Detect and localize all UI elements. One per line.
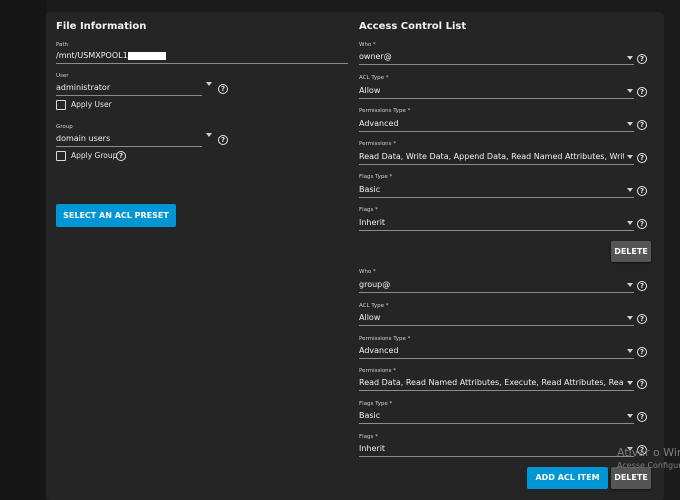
user-help-icon[interactable]: ? xyxy=(218,84,228,94)
who-chevron-down-icon[interactable] xyxy=(627,56,633,60)
permissions-type-select[interactable]: Advanced xyxy=(359,119,619,129)
flags-label: Flags * xyxy=(359,434,378,440)
permissions-type-underline xyxy=(359,358,634,359)
flags-label: Flags * xyxy=(359,207,378,213)
group-help-icon[interactable]: ? xyxy=(218,135,228,145)
delete-acl-item-button[interactable]: DELETE xyxy=(611,241,651,262)
permissions-help-icon[interactable]: ? xyxy=(637,379,647,389)
permissions-type-select[interactable]: Advanced xyxy=(359,346,619,356)
user-underline xyxy=(56,95,202,96)
path-label: Path xyxy=(56,42,69,48)
acl-type-label: ACL Type * xyxy=(359,303,389,309)
group-chevron-down-icon[interactable] xyxy=(206,133,212,137)
select-acl-preset-button[interactable]: SELECT AN ACL PRESET xyxy=(56,204,176,227)
permissions-underline xyxy=(359,164,634,165)
file-information-title: File Information xyxy=(56,21,147,32)
acl-type-help-icon[interactable]: ? xyxy=(637,87,647,97)
flags-type-help-icon[interactable]: ? xyxy=(637,186,647,196)
who-help-icon[interactable]: ? xyxy=(637,281,647,291)
flags-select[interactable]: Inherit xyxy=(359,444,619,454)
permissions-chevron-down-icon[interactable] xyxy=(627,155,633,159)
flags-chevron-down-icon[interactable] xyxy=(627,221,633,225)
windows-activation-watermark-subtitle: Acesse Configur xyxy=(617,461,680,470)
permissions-type-label: Permissions Type * xyxy=(359,336,411,342)
acl-type-chevron-down-icon[interactable] xyxy=(627,89,633,93)
who-underline xyxy=(359,64,634,65)
flags-type-label: Flags Type * xyxy=(359,401,393,407)
flags-type-underline xyxy=(359,197,634,198)
flags-type-select[interactable]: Basic xyxy=(359,411,619,421)
acl-type-label: ACL Type * xyxy=(359,75,389,81)
who-label: Who * xyxy=(359,269,376,275)
acl-type-underline xyxy=(359,98,634,99)
permissions-label: Permissions * xyxy=(359,368,397,374)
path-input[interactable]: /mnt/USMXPOOL1/US xyxy=(56,51,316,61)
flags-type-help-icon[interactable]: ? xyxy=(637,412,647,422)
flags-select[interactable]: Inherit xyxy=(359,218,619,228)
permissions-type-chevron-down-icon[interactable] xyxy=(627,349,633,353)
apply-group-label: Apply Group xyxy=(71,151,118,160)
acl-type-help-icon[interactable]: ? xyxy=(637,314,647,324)
apply-group-help-icon[interactable]: ? xyxy=(116,151,126,161)
redacted-path-segment xyxy=(128,52,166,60)
permissions-help-icon[interactable]: ? xyxy=(637,153,647,163)
windows-activation-watermark-title: Ativar o Win xyxy=(617,446,680,459)
group-label: Group xyxy=(56,124,73,130)
flags-underline xyxy=(359,230,634,231)
access-control-list-title: Access Control List xyxy=(359,21,467,32)
who-select[interactable]: owner@ xyxy=(359,52,619,62)
who-select[interactable]: group@ xyxy=(359,280,619,290)
who-label: Who * xyxy=(359,42,376,48)
permissions-underline xyxy=(359,390,634,391)
apply-user-checkbox[interactable] xyxy=(56,100,66,110)
group-select[interactable]: domain users xyxy=(56,134,196,144)
acl-type-select[interactable]: Allow xyxy=(359,313,619,323)
left-nav-strip xyxy=(0,0,46,500)
user-chevron-down-icon[interactable] xyxy=(206,82,212,86)
flags-type-underline xyxy=(359,423,634,424)
acl-type-select[interactable]: Allow xyxy=(359,86,619,96)
permissions-type-label: Permissions Type * xyxy=(359,108,411,114)
user-select[interactable]: administrator xyxy=(56,83,196,93)
permissions-chevron-down-icon[interactable] xyxy=(627,381,633,385)
who-help-icon[interactable]: ? xyxy=(637,54,647,64)
flags-type-chevron-down-icon[interactable] xyxy=(627,188,633,192)
flags-type-chevron-down-icon[interactable] xyxy=(627,414,633,418)
add-acl-item-button[interactable]: ADD ACL ITEM xyxy=(527,467,608,489)
permissions-select[interactable]: Read Data, Write Data, Append Data, Read… xyxy=(359,152,624,162)
permissions-select[interactable]: Read Data, Read Named Attributes, Execut… xyxy=(359,378,624,388)
permissions-label: Permissions * xyxy=(359,141,397,147)
group-underline xyxy=(56,146,202,147)
acl-type-underline xyxy=(359,325,634,326)
permissions-type-help-icon[interactable]: ? xyxy=(637,347,647,357)
flags-help-icon[interactable]: ? xyxy=(637,219,647,229)
who-underline xyxy=(359,292,634,293)
permissions-type-help-icon[interactable]: ? xyxy=(637,120,647,130)
permissions-type-chevron-down-icon[interactable] xyxy=(627,122,633,126)
who-chevron-down-icon[interactable] xyxy=(627,283,633,287)
flags-underline xyxy=(359,456,634,457)
flags-type-select[interactable]: Basic xyxy=(359,185,619,195)
acl-type-chevron-down-icon[interactable] xyxy=(627,316,633,320)
flags-type-label: Flags Type * xyxy=(359,174,393,180)
path-underline xyxy=(56,63,348,64)
delete-acl-item-button[interactable]: DELETE xyxy=(611,467,651,489)
apply-group-checkbox[interactable] xyxy=(56,151,66,161)
apply-user-label: Apply User xyxy=(71,100,112,109)
permissions-type-underline xyxy=(359,131,634,132)
user-label: User xyxy=(56,73,69,79)
